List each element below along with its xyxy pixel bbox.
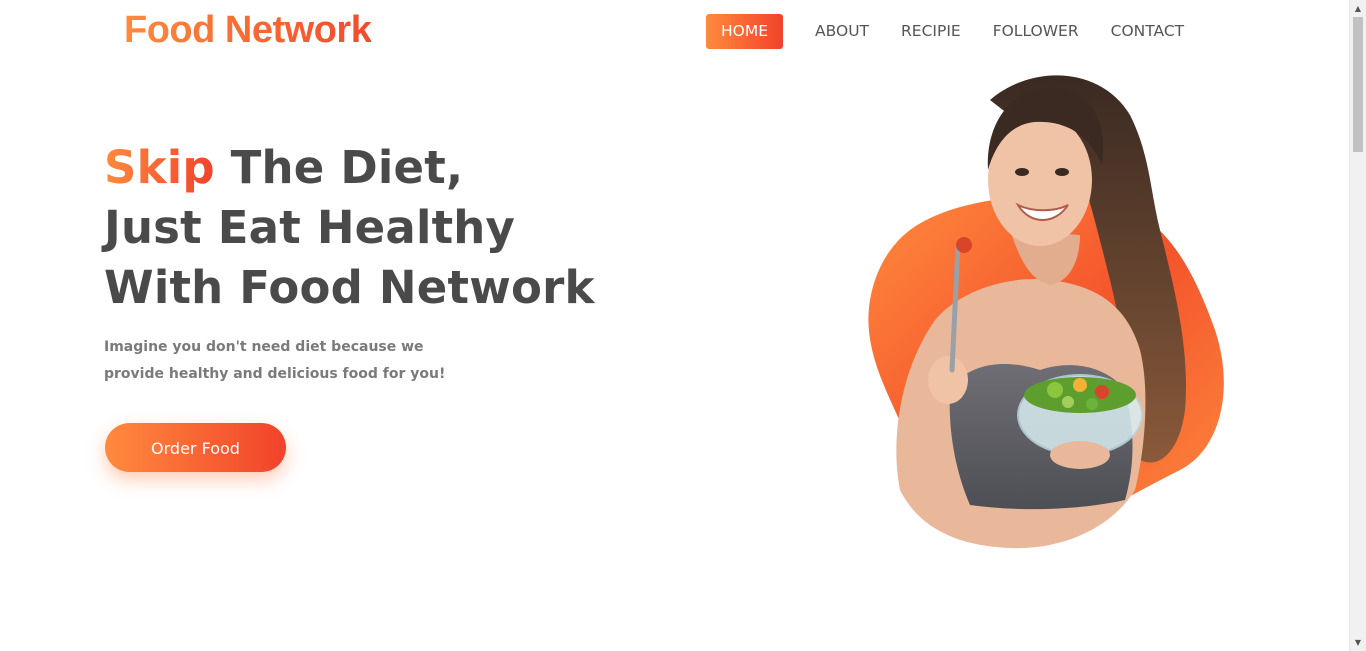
- hero-subtitle: Imagine you don't need diet because we p…: [104, 339, 446, 382]
- hero-title-accent: Skip: [104, 141, 215, 194]
- hero-title: Skip The Diet, Just Eat Healthy With Foo…: [104, 138, 595, 318]
- scroll-thumb[interactable]: [1353, 17, 1363, 152]
- vertical-scrollbar[interactable]: ▲ ▼: [1349, 0, 1366, 651]
- nav-follower[interactable]: FOLLOWER: [977, 14, 1095, 49]
- scroll-down-arrow-icon[interactable]: ▼: [1350, 634, 1366, 651]
- nav-about[interactable]: ABOUT: [799, 14, 885, 49]
- nav-home[interactable]: HOME: [706, 14, 784, 49]
- scroll-up-arrow-icon[interactable]: ▲: [1350, 0, 1366, 17]
- landing-page: Food Network HOME ABOUT RECIPIE FOLLOWER…: [0, 0, 1349, 651]
- nav-contact[interactable]: CONTACT: [1095, 14, 1201, 49]
- hero-title-line1-rest: The Diet,: [214, 141, 464, 194]
- nav-recipie[interactable]: RECIPIE: [885, 14, 977, 49]
- woman-eating-salad-image: [840, 60, 1240, 560]
- hero-title-line3: With Food Network: [104, 261, 595, 314]
- logo[interactable]: Food Network: [124, 6, 372, 54]
- hero-title-line2: Just Eat Healthy: [104, 201, 516, 254]
- order-food-button[interactable]: Order Food: [105, 423, 286, 472]
- main-nav: HOME ABOUT RECIPIE FOLLOWER CONTACT: [706, 14, 1200, 49]
